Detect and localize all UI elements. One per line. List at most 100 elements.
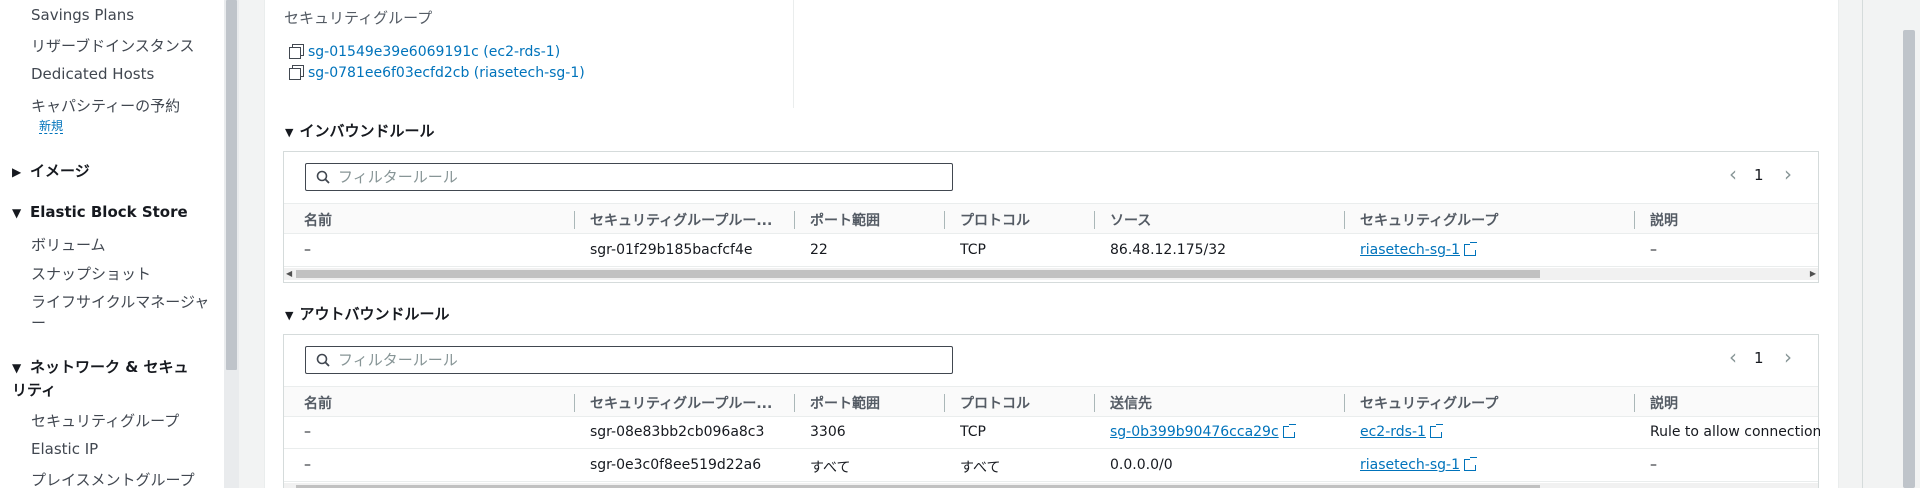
column-header-protocol[interactable]: プロトコル [960, 210, 1090, 230]
cell-description: – [1650, 242, 1657, 258]
table-row[interactable]: – sgr-0e3c0f8ee519d22a6 すべて すべて 0.0.0.0/… [284, 450, 1818, 482]
security-group-link[interactable]: sg-01549e39e6069191c (ec2-rds-1) [289, 44, 560, 60]
cell-port-range: 3306 [810, 424, 846, 440]
page-number[interactable]: 1 [1754, 349, 1764, 367]
sidebar-section-images[interactable]: ▶ イメージ [12, 160, 90, 181]
cell-description: – [1650, 457, 1657, 473]
outbound-rules-table: ‹ 1 › 名前 セキュリティグループルー... ポート範囲 プロトコル 送信先… [283, 334, 1820, 488]
next-page-button[interactable]: › [1778, 162, 1798, 186]
column-header-port-range[interactable]: ポート範囲 [810, 210, 940, 230]
column-resizer[interactable] [794, 394, 795, 412]
caret-down-icon: ▼ [12, 206, 22, 220]
column-header-source[interactable]: ソース [1110, 210, 1330, 230]
cell-security-group: ec2-rds-1 [1360, 424, 1443, 440]
external-link-icon[interactable] [1464, 242, 1477, 256]
sidebar-item-capacity-reservations[interactable]: キャパシティーの予約 [31, 95, 180, 116]
scroll-right-icon[interactable]: ▶ [1810, 268, 1816, 280]
prev-page-button[interactable]: ‹ [1723, 345, 1743, 369]
sidebar-scrollbar-thumb[interactable] [226, 0, 237, 370]
cell-destination: sg-0b399b90476cca29c [1110, 424, 1296, 440]
cell-destination: 0.0.0.0/0 [1110, 457, 1173, 473]
column-header-rule-id[interactable]: セキュリティグループルー... [590, 210, 780, 230]
sidebar-item-savings-plans[interactable]: Savings Plans [31, 6, 134, 24]
sidebar-item-security-groups[interactable]: セキュリティグループ [31, 410, 179, 431]
cell-rule-id: sgr-08e83bb2cb096a8c3 [590, 424, 765, 440]
column-resizer[interactable] [1634, 394, 1635, 412]
cell-rule-id: sgr-01f29b185bacfcf4e [590, 242, 753, 258]
table-row[interactable]: – sgr-01f29b185bacfcf4e 22 TCP 86.48.12.… [284, 235, 1818, 267]
column-header-port-range[interactable]: ポート範囲 [810, 393, 940, 413]
column-header-security-group[interactable]: セキュリティグループ [1360, 393, 1620, 413]
column-resizer[interactable] [574, 394, 575, 412]
column-header-destination[interactable]: 送信先 [1110, 393, 1330, 413]
page-scrollbar[interactable] [1903, 30, 1915, 488]
outbound-filter-input[interactable] [338, 350, 938, 370]
sidebar-item-elastic-ip[interactable]: Elastic IP [31, 440, 98, 458]
column-header-security-group[interactable]: セキュリティグループ [1360, 210, 1620, 230]
sidebar-item-placement-groups[interactable]: プレイスメントグループ [31, 469, 195, 488]
cell-port-range: すべて [810, 460, 851, 476]
cell-name: – [304, 242, 311, 258]
sidebar-section-ebs[interactable]: ▼ Elastic Block Store [12, 203, 188, 221]
horizontal-scrollbar[interactable] [284, 483, 1818, 488]
security-group-link[interactable]: riasetech-sg-1 [1360, 457, 1460, 473]
next-page-button[interactable]: › [1778, 345, 1798, 369]
column-resizer[interactable] [794, 211, 795, 229]
column-divider [793, 0, 794, 108]
column-header-rule-id[interactable]: セキュリティグループルー... [590, 393, 780, 413]
column-resizer[interactable] [574, 211, 575, 229]
external-link-icon[interactable] [1429, 424, 1443, 438]
sidebar-item-snapshots[interactable]: スナップショット [31, 263, 151, 284]
section-title: インバウンドルール [299, 122, 435, 140]
column-resizer[interactable] [944, 394, 945, 412]
scrollbar-thumb[interactable] [296, 270, 1540, 278]
external-link-icon[interactable] [1282, 424, 1296, 438]
inbound-filter-input[interactable] [338, 167, 938, 187]
sidebar-section-label: ネットワーク & セキュリティ [12, 358, 189, 399]
prev-page-button[interactable]: ‹ [1723, 162, 1743, 186]
cell-description: Rule to allow connections to [1650, 424, 1820, 440]
table-header: 名前 セキュリティグループルー... ポート範囲 プロトコル 送信先 セキュリテ… [284, 386, 1818, 417]
sidebar-section-network[interactable]: ▼ ネットワーク & セキュリティ [12, 356, 202, 401]
column-resizer[interactable] [1634, 211, 1635, 229]
column-header-description[interactable]: 説明 [1650, 210, 1810, 230]
cell-security-group: riasetech-sg-1 [1360, 242, 1477, 258]
sidebar-item-volumes[interactable]: ボリューム [31, 234, 106, 255]
cell-protocol: TCP [960, 242, 986, 258]
column-resizer[interactable] [944, 211, 945, 229]
horizontal-scrollbar[interactable]: ◀ ▶ [284, 268, 1818, 280]
cell-security-group: riasetech-sg-1 [1360, 457, 1477, 473]
sidebar-item-reserved-instances[interactable]: リザーブドインスタンス [31, 35, 195, 56]
copy-icon[interactable] [289, 44, 304, 59]
security-group-link[interactable]: ec2-rds-1 [1360, 424, 1426, 440]
outbound-rules-toggle[interactable]: ▼ アウトバウンドルール [285, 303, 449, 324]
page-number[interactable]: 1 [1754, 166, 1764, 184]
caret-down-icon: ▼ [12, 361, 22, 375]
external-link-icon[interactable] [1464, 457, 1477, 471]
cell-name: – [304, 457, 311, 473]
layout-gap [239, 0, 264, 488]
column-resizer[interactable] [1344, 394, 1345, 412]
column-header-description[interactable]: 説明 [1650, 393, 1810, 413]
security-group-link[interactable]: sg-0781ee6f03ecfd2cb (riasetech-sg-1) [289, 65, 585, 81]
sidebar-item-lifecycle-manager[interactable]: ライフサイクルマネージャー [31, 292, 211, 334]
destination-link[interactable]: sg-0b399b90476cca29c [1110, 424, 1279, 440]
inbound-filter-field[interactable] [305, 163, 953, 191]
column-header-protocol[interactable]: プロトコル [960, 393, 1090, 413]
outbound-filter-field[interactable] [305, 346, 953, 374]
table-row[interactable]: – sgr-08e83bb2cb096a8c3 3306 TCP sg-0b39… [284, 417, 1820, 449]
sidebar-section-label: イメージ [30, 162, 90, 180]
right-border [1862, 0, 1863, 488]
column-header-name[interactable]: 名前 [304, 210, 504, 230]
column-resizer[interactable] [1344, 211, 1345, 229]
cell-protocol: TCP [960, 424, 986, 440]
column-header-name[interactable]: 名前 [304, 393, 504, 413]
sidebar-item-dedicated-hosts[interactable]: Dedicated Hosts [31, 65, 154, 83]
inbound-rules-toggle[interactable]: ▼ インバウンドルール [285, 120, 434, 141]
scroll-left-icon[interactable]: ◀ [286, 268, 292, 280]
security-group-link[interactable]: riasetech-sg-1 [1360, 242, 1460, 258]
column-resizer[interactable] [1094, 394, 1095, 412]
copy-icon[interactable] [289, 65, 304, 80]
sidebar-nav: Savings Plans リザーブドインスタンス Dedicated Host… [0, 0, 224, 488]
column-resizer[interactable] [1094, 211, 1095, 229]
